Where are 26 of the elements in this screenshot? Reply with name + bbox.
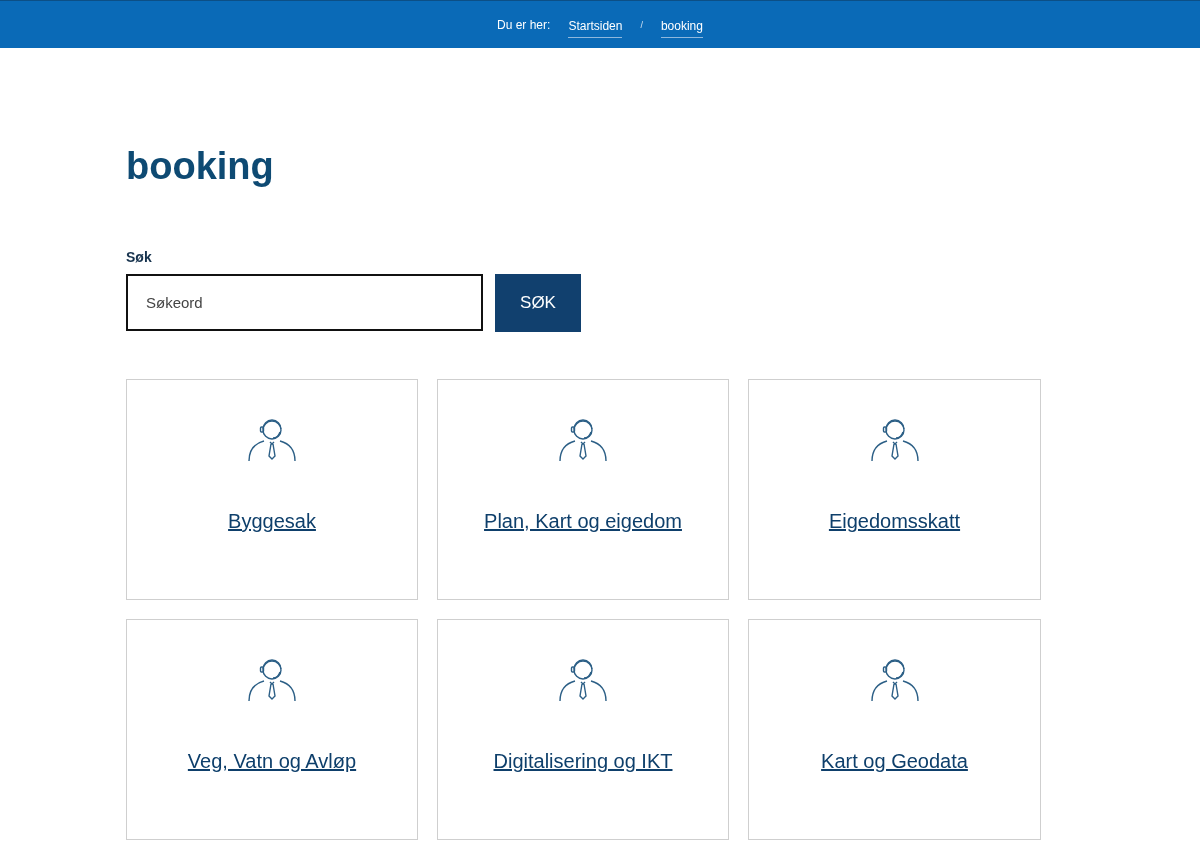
page-heading: booking [126,144,275,188]
headset-person-icon [870,416,919,462]
card[interactable]: Byggesak [126,379,418,600]
headset-person-icon [248,416,296,462]
card-link[interactable]: Veg, Vatn og Avløp [187,750,357,773]
headset-person-icon [870,656,919,702]
breadcrumb-separator: / [640,19,643,30]
card[interactable]: Plan, Kart og eigedom [437,379,729,600]
search-field[interactable]: Søkeord [126,274,483,331]
card-link[interactable]: Eigedomsskatt [828,510,961,533]
card-link[interactable]: Digitalisering og IKT [493,750,673,773]
card-link[interactable]: Byggesak [228,510,316,533]
breadcrumb-link[interactable]: booking [660,17,703,38]
headset-person-icon [559,416,607,462]
search-label: Søk [126,249,152,265]
breadcrumb-link[interactable]: Startsiden [568,17,623,38]
card[interactable]: Kart og Geodata [748,619,1041,840]
card[interactable]: Veg, Vatn og Avløp [126,619,418,840]
card[interactable]: Digitalisering og IKT [437,619,729,840]
card[interactable]: Eigedomsskatt [748,379,1041,600]
search-button[interactable]: SØK [495,274,581,332]
card-link[interactable]: Kart og Geodata [821,750,968,773]
card-link[interactable]: Plan, Kart og eigedom [484,510,682,533]
breadcrumb-label: Du er her: [497,17,551,32]
headset-person-icon [248,656,296,702]
headset-person-icon [559,656,607,702]
